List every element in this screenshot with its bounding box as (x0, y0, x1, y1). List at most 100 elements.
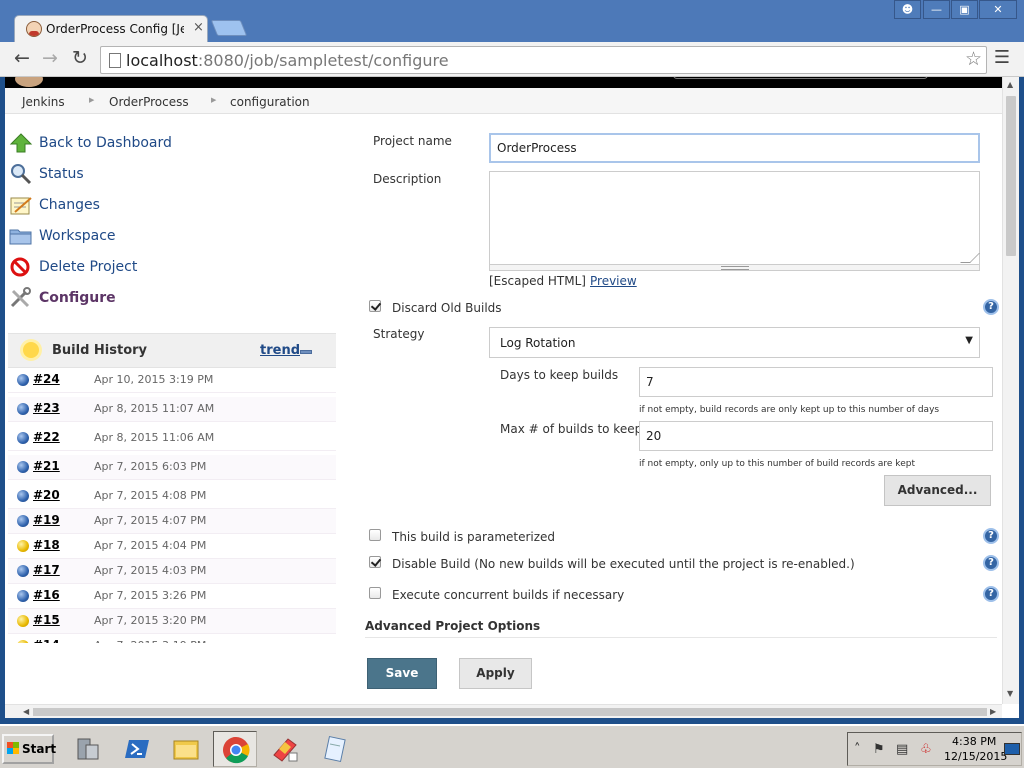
collapse-icon[interactable] (300, 350, 312, 354)
address-bar[interactable]: localhost:8080/job/sampletest/configure … (100, 46, 987, 74)
build-status-ball-icon[interactable] (17, 461, 29, 473)
sidebar-item-back-to-dashboard[interactable]: Back to Dashboard (9, 132, 329, 156)
breadcrumb-jenkins[interactable]: Jenkins (22, 95, 65, 109)
build-date[interactable]: Apr 7, 2015 4:04 PM (94, 539, 206, 552)
scroll-left-arrow-icon[interactable]: ◀ (23, 707, 29, 716)
chrome-menu-icon[interactable]: ☰ (992, 49, 1012, 68)
disable-build-checkbox[interactable] (369, 556, 381, 568)
taskbar-powershell[interactable] (116, 731, 160, 767)
help-icon[interactable]: ? (983, 528, 999, 544)
taskbar-notepad[interactable] (313, 731, 357, 767)
trend-link[interactable]: trend (260, 343, 300, 358)
sidebar-item-delete-project[interactable]: Delete Project (9, 256, 329, 280)
parameterized-checkbox[interactable] (369, 529, 381, 541)
preview-link[interactable]: Preview (590, 274, 637, 288)
concurrent-builds-checkbox[interactable] (369, 587, 381, 599)
taskbar-server-manager[interactable] (66, 731, 110, 767)
build-status-ball-icon[interactable] (17, 403, 29, 415)
build-status-ball-icon[interactable] (17, 590, 29, 602)
build-date[interactable]: Apr 8, 2015 11:06 AM (94, 431, 214, 444)
build-date[interactable]: Apr 10, 2015 3:19 PM (94, 373, 213, 386)
build-number-link[interactable]: #17 (33, 563, 60, 577)
build-number-link[interactable]: #20 (33, 488, 60, 502)
network-icon[interactable]: ▤ (896, 742, 908, 757)
build-number-link[interactable]: #21 (33, 459, 60, 473)
discard-old-builds-checkbox[interactable] (369, 300, 381, 312)
volume-muted-icon[interactable]: ♧ (920, 742, 932, 757)
profile-icon[interactable]: ☻ (894, 0, 921, 19)
breadcrumb-orderprocess[interactable]: OrderProcess (109, 95, 189, 109)
advanced-button[interactable]: Advanced... (884, 475, 991, 506)
build-number-link[interactable]: #24 (33, 372, 60, 386)
browser-tab[interactable]: OrderProcess Config [Jenkins × (14, 15, 208, 42)
apply-button[interactable]: Apply (459, 658, 532, 689)
build-status-ball-icon[interactable] (17, 615, 29, 627)
build-status-ball-icon[interactable] (17, 540, 29, 552)
build-number-link[interactable]: #18 (33, 538, 60, 552)
help-icon[interactable]: ? (983, 555, 999, 571)
vertical-scrollbar[interactable]: ▲ ▼ (1002, 77, 1019, 704)
build-status-ball-icon[interactable] (17, 490, 29, 502)
show-desktop-icon[interactable] (1004, 743, 1020, 755)
sidebar-item-workspace[interactable]: Workspace (9, 225, 329, 249)
build-date[interactable]: Apr 7, 2015 4:08 PM (94, 489, 206, 502)
search-box[interactable] (673, 77, 928, 79)
scroll-down-arrow-icon[interactable]: ▼ (1007, 689, 1013, 698)
help-icon[interactable]: ? (983, 586, 999, 602)
action-center-flag-icon[interactable]: ⚑ (873, 742, 885, 757)
build-date[interactable]: Apr 7, 2015 4:03 PM (94, 564, 206, 577)
build-number-link[interactable]: #15 (33, 613, 60, 627)
sidebar-item-changes[interactable]: Changes (9, 194, 329, 218)
start-button[interactable]: Start (2, 734, 56, 764)
taskbar-tool[interactable] (263, 731, 307, 767)
strategy-select[interactable]: Log Rotation ▼ (489, 327, 980, 358)
textarea-resize-handle[interactable] (489, 265, 980, 271)
build-date[interactable]: Apr 7, 2015 6:03 PM (94, 460, 206, 473)
build-date[interactable]: Apr 7, 2015 4:07 PM (94, 514, 206, 527)
build-status-ball-icon[interactable] (17, 432, 29, 444)
save-button[interactable]: Save (367, 658, 437, 689)
jenkins-logo-icon[interactable] (15, 77, 43, 87)
project-name-input[interactable] (489, 133, 980, 163)
build-date[interactable]: Apr 7, 2015 3:26 PM (94, 589, 206, 602)
build-number-link[interactable]: #16 (33, 588, 60, 602)
breadcrumb-configuration[interactable]: configuration (230, 95, 310, 109)
back-arrow-icon[interactable]: ← (10, 48, 34, 70)
build-date[interactable]: Apr 8, 2015 11:07 AM (94, 402, 214, 415)
clock-date[interactable]: 12/15/2015 (944, 750, 1007, 763)
show-hidden-icons-icon[interactable]: ˄ (854, 742, 861, 757)
taskbar-chrome[interactable] (213, 731, 257, 767)
minimize-button[interactable]: — (923, 0, 950, 19)
new-tab-button[interactable] (210, 20, 248, 36)
parameterized-label: This build is parameterized (392, 530, 556, 544)
maximize-button[interactable]: ▣ (951, 0, 978, 19)
reload-icon[interactable]: ↻ (68, 48, 92, 70)
help-icon[interactable]: ? (983, 299, 999, 315)
up-arrow-icon (9, 133, 33, 153)
build-number-link[interactable]: #19 (33, 513, 60, 527)
sidebar-item-status[interactable]: Status (9, 163, 329, 187)
build-number-link[interactable]: #23 (33, 401, 60, 415)
sidebar-item-label: Delete Project (39, 259, 138, 275)
scroll-up-arrow-icon[interactable]: ▲ (1007, 80, 1013, 89)
close-window-button[interactable]: ✕ (979, 0, 1017, 19)
taskbar-explorer[interactable] (164, 731, 208, 767)
build-status-ball-icon[interactable] (17, 515, 29, 527)
description-textarea[interactable] (489, 171, 980, 265)
max-builds-input[interactable] (639, 421, 993, 451)
horizontal-scrollbar[interactable]: ◀ ▶ (5, 704, 1002, 718)
build-row: #18 Apr 7, 2015 4:04 PM (8, 534, 336, 559)
horizontal-scroll-thumb[interactable] (33, 708, 987, 716)
build-status-ball-icon[interactable] (17, 374, 29, 386)
vertical-scroll-thumb[interactable] (1006, 96, 1016, 256)
tab-close-icon[interactable]: × (193, 20, 204, 35)
scroll-right-arrow-icon[interactable]: ▶ (990, 707, 996, 716)
bookmark-star-icon[interactable]: ☆ (965, 48, 982, 70)
forward-arrow-icon[interactable]: → (38, 48, 62, 70)
build-number-link[interactable]: #22 (33, 430, 60, 444)
days-to-keep-input[interactable] (639, 367, 993, 397)
clock-time[interactable]: 4:38 PM (952, 735, 996, 748)
sidebar-item-configure[interactable]: Configure (9, 287, 329, 311)
build-date[interactable]: Apr 7, 2015 3:20 PM (94, 614, 206, 627)
build-status-ball-icon[interactable] (17, 565, 29, 577)
